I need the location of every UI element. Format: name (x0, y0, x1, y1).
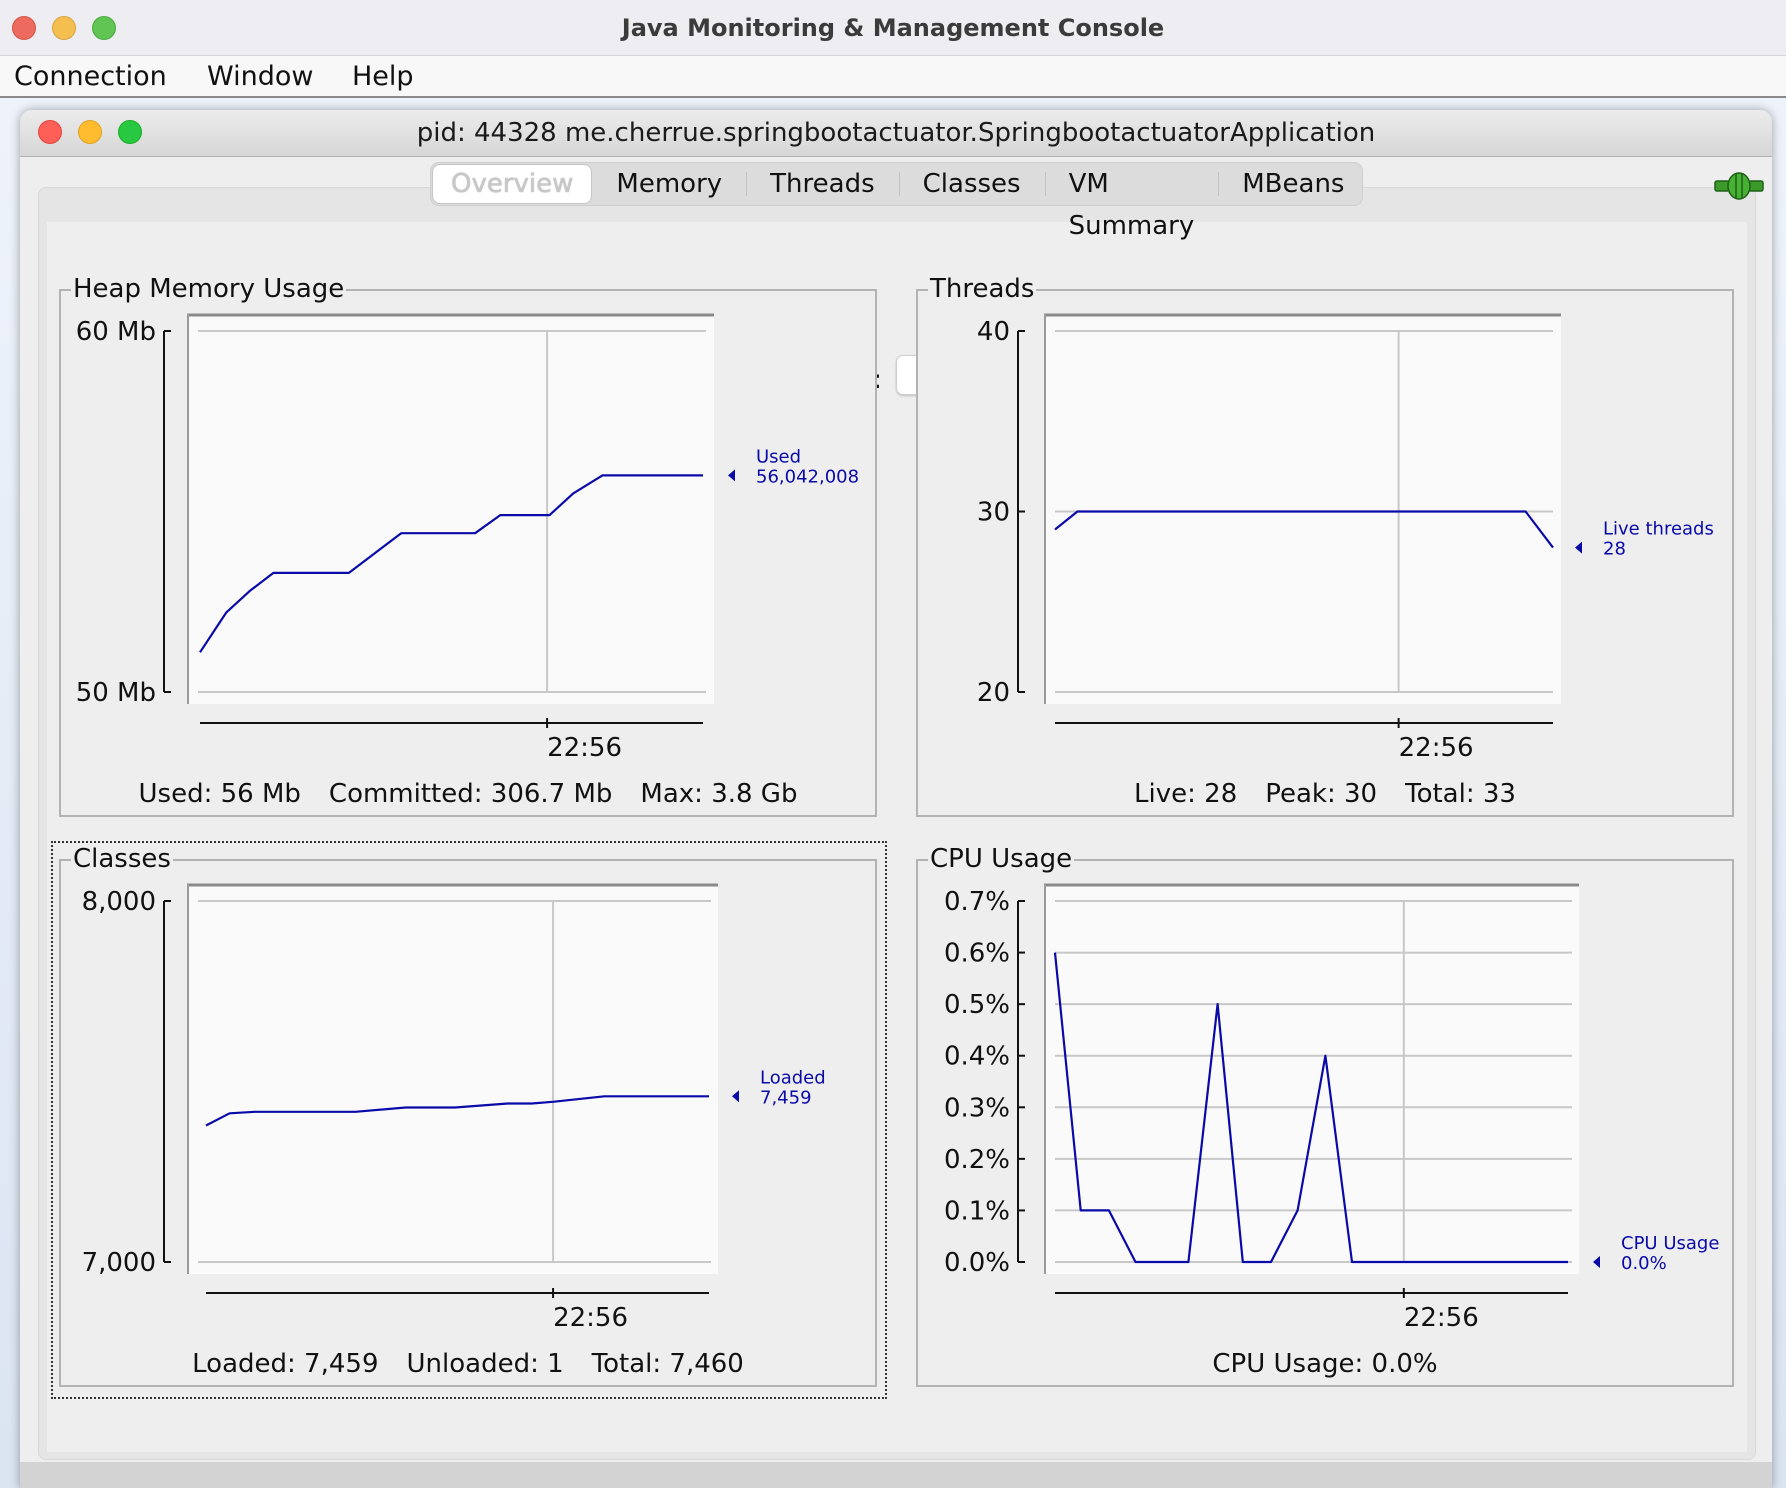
tab-overview[interactable]: Overview (432, 164, 593, 204)
y-tick-label: 0.3% (944, 1093, 1010, 1123)
classes-total: Total: 7,460 (591, 1349, 744, 1379)
tab-memory[interactable]: Memory (592, 163, 746, 205)
x-tick-label: 22:56 (1404, 1303, 1479, 1333)
x-tick-label: 22:56 (1399, 733, 1474, 763)
threads-live: Live: 28 (1134, 779, 1238, 809)
legend-series-name: Used (756, 446, 801, 467)
heap-memory-chart: 60 Mb 50 Mb 22:56 Used56,042,008 (76, 313, 859, 763)
legend-pointer-icon (732, 1090, 739, 1103)
threads-total: Total: 33 (1405, 779, 1516, 809)
plot-area (187, 884, 718, 1274)
y-tick-label: 20 (977, 678, 1010, 708)
classes-panel[interactable]: Classes 8,000 7,000 22:56 Loaded 7,459 Loade… (59, 843, 877, 1387)
threads-panel: Threads 40 30 20 22:56 Live threads 28 Live: … (916, 273, 1734, 817)
x-tick-label: 22:56 (553, 1303, 628, 1333)
classes-chart: 8,000 7,000 22:56 Loaded7,459 (82, 883, 826, 1333)
classes-summary: Loaded: 7,459 Unloaded: 1 Total: 7,460 (61, 1349, 875, 1379)
legend-series-value: 56,042,008 (756, 466, 859, 487)
heap-used: Used: 56 Mb (138, 779, 301, 809)
threads-peak: Peak: 30 (1265, 779, 1378, 809)
y-tick-label: 60 Mb (76, 317, 156, 347)
tab-content-area: Time Range: All ⌃⌄ Heap Memory Usage 60 … (38, 187, 1756, 1460)
legend-series-name: CPU Usage (1621, 1233, 1719, 1254)
heap-summary: Used: 56 Mb Committed: 306.7 Mb Max: 3.8 G… (61, 779, 875, 809)
y-tick-label: 0.7% (944, 887, 1010, 917)
connection-title: pid: 44328 me.cherrue.springbootactuator… (416, 118, 1376, 148)
y-tick-label: 8,000 (82, 887, 156, 917)
x-tick-label: 22:56 (547, 733, 622, 763)
y-tick-label: 0.4% (944, 1042, 1010, 1072)
legend-pointer-icon (1593, 1256, 1600, 1268)
y-tick-label: 7,000 (82, 1248, 156, 1278)
cpu-usage-chart: 0.7% 0.6% 0.5% 0.4% 0.3% 0.2% 0.1% 0.0% 22:56 CPU… (944, 883, 1719, 1333)
cpu-usage-value: CPU Usage: 0.0% (1212, 1349, 1438, 1379)
legend-pointer-icon (728, 469, 735, 482)
status-strip (20, 1462, 1772, 1488)
menu-connection[interactable]: Connection (14, 56, 167, 98)
y-tick-label: 0.5% (944, 990, 1010, 1020)
menu-window[interactable]: Window (207, 56, 313, 98)
y-tick-label: 40 (977, 317, 1010, 347)
y-tick-label: 0.6% (944, 939, 1010, 969)
y-tick-label: 0.1% (944, 1196, 1010, 1226)
legend-series-value: 28 (1603, 539, 1626, 560)
heap-committed: Committed: 306.7 Mb (328, 779, 613, 809)
plot-area (1044, 884, 1579, 1274)
legend-series-name: Loaded (760, 1067, 826, 1088)
y-tick-label: 50 Mb (76, 678, 156, 708)
menu-help[interactable]: Help (352, 56, 414, 98)
heap-max: Max: 3.8 Gb (640, 779, 798, 809)
legend-series-name: Live threads (1603, 519, 1714, 540)
legend-pointer-icon (1575, 541, 1582, 554)
heap-memory-panel: Heap Memory Usage 60 Mb 50 Mb 22:56 Used 56,… (59, 273, 877, 817)
threads-summary: Live: 28 Peak: 30 Total: 33 (918, 779, 1732, 809)
connected-plug-icon[interactable] (1714, 171, 1764, 201)
connection-titlebar: pid: 44328 me.cherrue.springbootactuator… (20, 110, 1772, 157)
overview-panel: Time Range: All ⌃⌄ Heap Memory Usage 60 … (47, 222, 1747, 1452)
plot-area (187, 314, 714, 704)
menu-bar: Connection Window Help (0, 56, 1786, 98)
legend-series-value: 0.0% (1621, 1253, 1667, 1274)
cpu-summary: CPU Usage: 0.0% (918, 1349, 1732, 1379)
threads-chart: 40 30 20 22:56 Live threads28 (977, 313, 1714, 763)
y-tick-label: 30 (977, 498, 1010, 528)
classes-loaded: Loaded: 7,459 (192, 1349, 379, 1379)
tab-bar: Overview Memory Threads Classes VM Summa… (430, 162, 1363, 241)
tab-classes[interactable]: Classes (898, 163, 1045, 205)
app-titlebar: Java Monitoring & Management Console (0, 0, 1786, 56)
tab-threads[interactable]: Threads (746, 163, 898, 205)
y-tick-label: 0.0% (944, 1248, 1010, 1278)
legend-series-value: 7,459 (760, 1087, 812, 1108)
y-tick-label: 0.2% (944, 1145, 1010, 1175)
classes-unloaded: Unloaded: 1 (406, 1349, 564, 1379)
tab-vm-summary[interactable]: VM Summary (1044, 163, 1219, 241)
cpu-usage-panel: CPU Usage 0.7% 0.6% 0.5% 0.4% 0.3% 0.2% 0.1% 0.… (916, 843, 1734, 1387)
app-title: Java Monitoring & Management Console (621, 14, 1165, 42)
plot-area (1044, 314, 1561, 704)
connection-window: pid: 44328 me.cherrue.springbootactuator… (20, 110, 1772, 1488)
tab-mbeans[interactable]: MBeans (1218, 163, 1368, 205)
